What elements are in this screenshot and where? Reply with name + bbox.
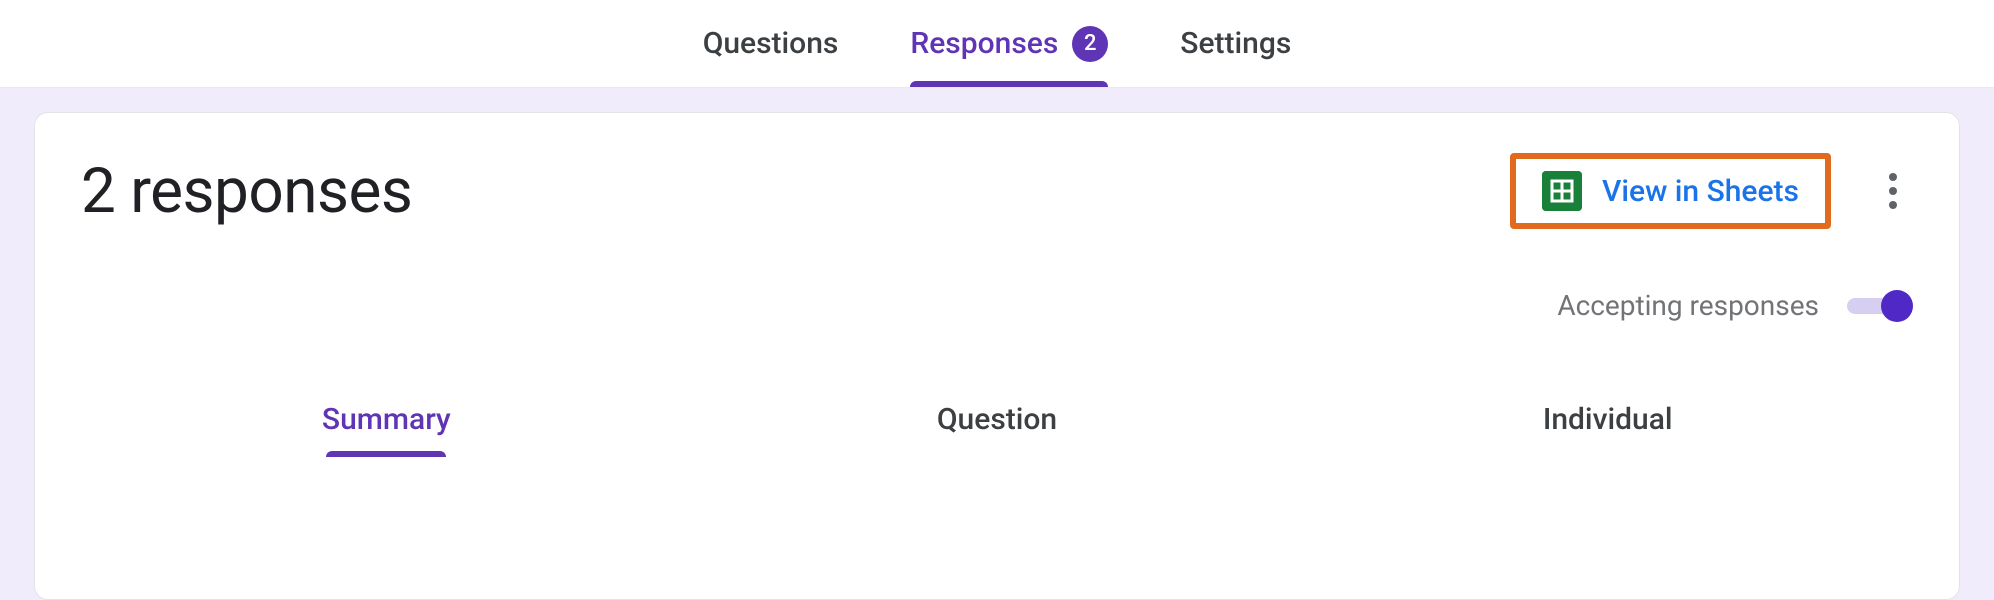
view-in-sheets-label: View in Sheets	[1602, 174, 1799, 209]
sub-tab-summary-label: Summary	[322, 402, 451, 437]
responses-title: 2 responses	[81, 155, 1482, 228]
sub-tab-question-label: Question	[937, 402, 1057, 437]
responses-card: 2 responses View in Sheets Accepting res…	[34, 112, 1960, 600]
tab-responses[interactable]: Responses 2	[910, 0, 1108, 87]
tab-questions[interactable]: Questions	[703, 0, 839, 87]
sub-tab-question[interactable]: Question	[692, 392, 1303, 457]
tab-settings-label: Settings	[1180, 26, 1291, 61]
tab-settings[interactable]: Settings	[1180, 0, 1291, 87]
tab-questions-label: Questions	[703, 26, 839, 61]
sub-tab-individual[interactable]: Individual	[1302, 392, 1913, 457]
responses-count-badge: 2	[1072, 26, 1108, 62]
card-header: 2 responses View in Sheets	[81, 153, 1913, 229]
more-options-button[interactable]	[1873, 171, 1913, 211]
responses-sub-tabs: Summary Question Individual	[81, 392, 1913, 457]
sheets-icon	[1542, 171, 1582, 211]
accepting-responses-label: Accepting responses	[1557, 289, 1819, 322]
top-tab-strip: Questions Responses 2 Settings	[0, 0, 1994, 88]
view-in-sheets-button[interactable]: View in Sheets	[1510, 153, 1831, 229]
accepting-responses-toggle[interactable]	[1843, 290, 1913, 322]
sub-tab-individual-label: Individual	[1543, 402, 1673, 437]
sub-tab-summary[interactable]: Summary	[81, 392, 692, 457]
tab-responses-label: Responses	[910, 26, 1058, 61]
accepting-responses-row: Accepting responses	[81, 289, 1913, 322]
page-body: 2 responses View in Sheets Accepting res…	[0, 88, 1994, 600]
